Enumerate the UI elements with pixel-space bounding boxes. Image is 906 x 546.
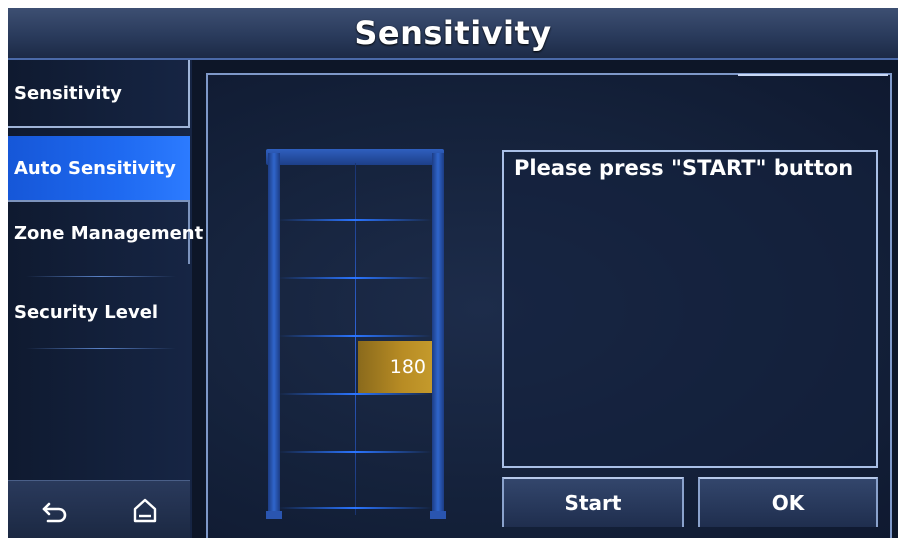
sidebar-item-auto-sensitivity[interactable]: Auto Sensitivity	[8, 136, 190, 200]
sensitivity-level-bar: 180	[358, 341, 432, 393]
gate-zone-line	[278, 219, 432, 221]
ok-button-label: OK	[771, 491, 805, 515]
gate-zone-line	[278, 507, 432, 509]
gate-left-foot	[266, 511, 282, 519]
gate-right-foot	[430, 511, 446, 519]
sidebar-item-label: Auto Sensitivity	[14, 157, 176, 179]
sidebar: Sensitivity Auto Sensitivity Zone Manage…	[8, 60, 203, 538]
sidebar-item-label: Sensitivity	[14, 82, 122, 104]
page-title: Sensitivity	[354, 14, 552, 52]
gate-right-pillar	[432, 153, 444, 517]
gate-zone-line	[278, 277, 432, 279]
sensitivity-value: 180	[389, 356, 426, 378]
sidebar-item-label: Zone Management	[14, 222, 204, 244]
ok-button[interactable]: OK	[698, 477, 878, 527]
device-frame: Sensitivity Sensitivity Auto Sensitivity…	[0, 0, 906, 546]
gate-center-line	[355, 163, 356, 515]
sidebar-item-zone-management[interactable]: Zone Management	[8, 200, 203, 264]
back-arrow-icon[interactable]	[40, 495, 70, 525]
panel-highlight	[738, 74, 888, 76]
start-button[interactable]: Start	[502, 477, 684, 527]
sidebar-item-security-level[interactable]: Security Level	[8, 280, 190, 344]
sidebar-divider	[26, 276, 176, 277]
screen: Sensitivity Sensitivity Auto Sensitivity…	[8, 8, 898, 538]
gate-zone-line	[278, 451, 432, 453]
bottom-nav-bar	[8, 480, 190, 538]
detector-gate: 180	[266, 149, 450, 529]
sidebar-divider	[26, 348, 176, 349]
gate-zone-line	[278, 335, 432, 337]
start-button-label: Start	[564, 491, 622, 515]
sidebar-item-sensitivity[interactable]: Sensitivity	[8, 60, 190, 128]
home-icon[interactable]	[130, 495, 160, 525]
header-bar: Sensitivity	[8, 8, 898, 60]
message-box: Please press "START" button	[502, 150, 878, 468]
main-panel: 180 Please press "START" button Start OK	[206, 73, 892, 538]
message-text: Please press "START" button	[514, 156, 854, 180]
sidebar-item-label: Security Level	[14, 301, 159, 323]
gate-zone-line	[278, 393, 432, 395]
